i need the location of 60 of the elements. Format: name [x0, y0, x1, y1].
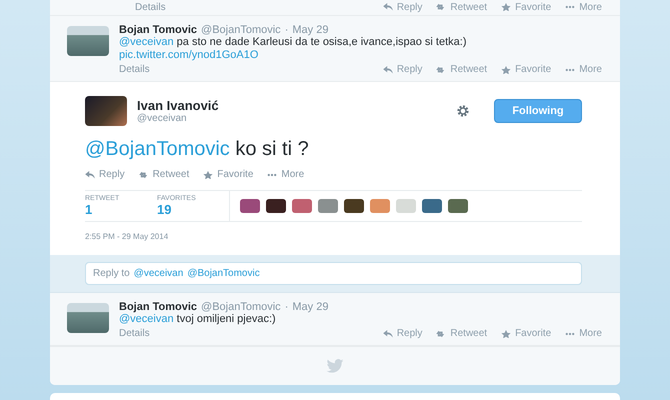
favorite-action[interactable]: Favorite [501, 328, 552, 339]
tweet-time: May 29 [292, 24, 328, 36]
photo-placeholder [67, 26, 109, 56]
author-handle[interactable]: @BojanTomovic [201, 24, 281, 36]
tweet-text: @veceivan tvoj omiljeni pjevac:) [119, 313, 277, 326]
stat-count[interactable]: 1 [85, 202, 157, 217]
photo-link[interactable]: pic.twitter.com/ynod1GoA1O [119, 49, 258, 61]
author-handle[interactable]: @BojanTomovic [201, 301, 281, 313]
tweet-time: May 29 [292, 301, 328, 313]
star-icon [501, 330, 512, 338]
author-handle[interactable]: @veceivan [137, 113, 446, 124]
mention-link[interactable]: @veceivan [119, 36, 174, 48]
retweet-action[interactable]: Retweet [436, 2, 488, 12]
retweet-icon [436, 66, 446, 74]
mention-link[interactable]: @veceivan [119, 313, 174, 325]
retweet-icon [436, 3, 446, 11]
avatar-placeholder[interactable] [344, 199, 364, 213]
details-link[interactable]: Details [119, 328, 150, 339]
details-link[interactable]: Details [119, 64, 150, 75]
settings-icon[interactable] [456, 104, 470, 118]
more-action[interactable]: More [565, 328, 602, 339]
star-icon [501, 66, 512, 74]
reply-icon [382, 330, 393, 338]
favorite-action[interactable]: Favorite [203, 169, 254, 180]
separator-dot: · [284, 301, 288, 313]
reply-action[interactable]: Reply [85, 169, 125, 180]
more-action[interactable]: More [267, 169, 304, 180]
avatar-placeholder[interactable] [266, 199, 286, 213]
star-icon [203, 170, 214, 178]
mention-link[interactable]: @BojanTomovic [85, 138, 230, 160]
stat-count[interactable]: 19 [157, 202, 229, 217]
star-icon [501, 3, 512, 11]
favorite-action[interactable]: Favorite [501, 2, 552, 12]
reply-field[interactable]: Reply to @veceivan @BojanTomovic [85, 262, 582, 285]
tweet-timestamp: 2:55 PM - 29 May 2014 [85, 232, 170, 241]
details-link[interactable]: Details [135, 2, 166, 12]
separator-dot: · [284, 24, 288, 36]
more-action[interactable]: More [565, 2, 602, 12]
following-button[interactable]: Following [494, 99, 582, 123]
retweet-action[interactable]: Retweet [138, 169, 190, 180]
tweet-text: @veceivan pa sto ne dade Karleusi da te osisa,e ivance,ispao si tetka:) [119, 36, 468, 49]
retweet-icon [138, 170, 149, 178]
bird-icon [326, 359, 344, 373]
author-name[interactable]: Bojan Tomovic [119, 24, 198, 36]
more-action[interactable]: More [565, 64, 602, 75]
reply-icon [382, 66, 393, 74]
retweet-icon [436, 330, 446, 338]
favorite-action[interactable]: Favorite [501, 64, 552, 75]
author-name[interactable]: Ivan Ivanović [137, 98, 446, 113]
reply-action[interactable]: Reply [382, 2, 422, 12]
photo-placeholder [67, 303, 109, 333]
retweet-action[interactable]: Retweet [436, 328, 488, 339]
more-icon [565, 3, 576, 11]
reply-action[interactable]: Reply [382, 64, 422, 75]
reply-icon [85, 170, 95, 178]
author-name[interactable]: Bojan Tomovic [119, 301, 198, 313]
retweet-action[interactable]: Retweet [436, 64, 488, 75]
reply-action[interactable]: Reply [382, 328, 422, 339]
tweet-text: @BojanTomovic ko si ti ? [85, 138, 310, 161]
reply-icon [382, 3, 393, 11]
